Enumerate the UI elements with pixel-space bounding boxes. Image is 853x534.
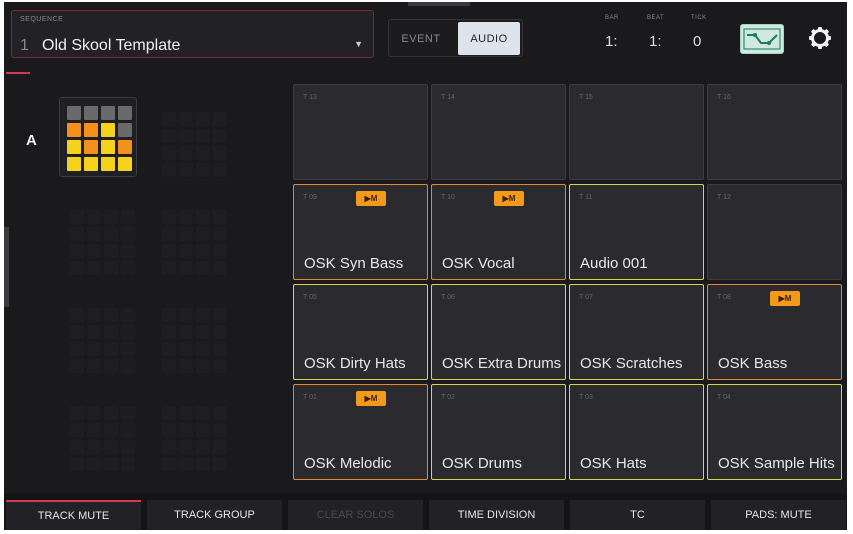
bank-c-grid[interactable] — [70, 210, 135, 275]
track-pad[interactable]: T 14 — [431, 84, 566, 180]
track-pad[interactable]: T 06 OSK Extra Drums — [431, 284, 566, 380]
sequence-underline — [6, 72, 30, 74]
beat-value[interactable]: 1: — [649, 33, 662, 50]
pad-track-name: OSK Scratches — [580, 355, 683, 372]
pad-track-id: T 12 — [717, 194, 731, 201]
pad-track-id: T 11 — [579, 194, 593, 201]
bank-cell — [67, 106, 81, 120]
track-group-button[interactable]: TRACK GROUP — [147, 500, 282, 530]
pad-track-id: T 05 — [303, 294, 317, 301]
loop-icon[interactable] — [740, 24, 784, 54]
sequence-label: SEQUENCE — [20, 16, 64, 23]
bar-value[interactable]: 1: — [605, 33, 618, 50]
left-scroll-handle[interactable] — [4, 227, 9, 307]
bank-cell — [101, 123, 115, 137]
track-pad[interactable]: T 09 ▶M OSK Syn Bass — [293, 184, 428, 280]
midi-badge-icon: ▶M — [494, 191, 524, 206]
pad-track-name: OSK Melodic — [304, 455, 392, 472]
bank-cell — [84, 140, 98, 154]
bank-cell — [67, 157, 81, 171]
pad-track-id: T 13 — [303, 94, 317, 101]
bank-cell — [101, 140, 115, 154]
track-pad[interactable]: T 01 ▶M OSK Melodic — [293, 384, 428, 480]
bank-f-grid[interactable] — [162, 308, 227, 373]
pad-track-name: OSK Bass — [718, 355, 788, 372]
beat-label: BEAT — [647, 15, 665, 21]
bank-a-grid — [67, 106, 132, 171]
midi-badge-icon: ▶M — [770, 291, 800, 306]
clear-solos-button[interactable]: CLEAR SOLOS — [288, 500, 423, 530]
pad-track-id: T 01 — [303, 394, 317, 401]
track-pad[interactable]: T 04 OSK Sample Hits — [707, 384, 842, 480]
midi-badge-icon: ▶M — [356, 391, 386, 406]
track-pad[interactable]: T 13 — [293, 84, 428, 180]
tick-value[interactable]: 0 — [693, 33, 701, 50]
pad-track-name: OSK Syn Bass — [304, 255, 404, 272]
track-pad[interactable]: T 03 OSK Hats — [569, 384, 704, 480]
pad-track-name: OSK Drums — [442, 455, 523, 472]
bank-cell — [84, 106, 98, 120]
track-pad[interactable]: T 10 ▶M OSK Vocal — [431, 184, 566, 280]
pad-track-id: T 02 — [441, 394, 455, 401]
pad-track-id: T 06 — [441, 294, 455, 301]
pad-track-id: T 10 — [441, 194, 455, 201]
bank-cell — [84, 157, 98, 171]
tick-label: TICK — [691, 15, 707, 21]
track-pad[interactable]: T 02 OSK Drums — [431, 384, 566, 480]
chevron-down-icon[interactable]: ▼ — [354, 39, 363, 49]
mpc-screen: SEQUENCE 1 Old Skool Template ▼ EVENT AU… — [4, 2, 847, 530]
track-pad[interactable]: T 12 — [707, 184, 842, 280]
bank-cell — [101, 157, 115, 171]
bank-cell — [67, 123, 81, 137]
pad-track-name: OSK Vocal — [442, 255, 515, 272]
bank-h-grid[interactable] — [162, 406, 227, 471]
bank-label: A — [26, 132, 37, 149]
pad-track-id: T 14 — [441, 94, 455, 101]
pad-track-name: OSK Extra Drums — [442, 355, 561, 372]
pads-mute-button[interactable]: PADS: MUTE — [711, 500, 846, 530]
track-pad[interactable]: T 08 ▶M OSK Bass — [707, 284, 842, 380]
pad-track-name: Audio 001 — [580, 255, 648, 272]
track-mute-button[interactable]: TRACK MUTE — [6, 500, 141, 530]
bank-cell — [84, 123, 98, 137]
pad-track-name: OSK Hats — [580, 455, 647, 472]
sequence-name: Old Skool Template — [42, 37, 181, 54]
bank-g-grid[interactable] — [70, 406, 135, 471]
bank-e-grid[interactable] — [70, 308, 135, 373]
pad-track-id: T 08 — [717, 294, 731, 301]
bank-b-grid[interactable] — [162, 112, 227, 177]
pad-track-name: OSK Dirty Hats — [304, 355, 406, 372]
pad-track-id: T 09 — [303, 194, 317, 201]
bank-cell — [101, 106, 115, 120]
sequence-number: 1 — [20, 37, 29, 54]
pad-track-id: T 16 — [717, 94, 731, 101]
pad-track-id: T 07 — [579, 294, 593, 301]
gear-icon[interactable] — [808, 26, 832, 50]
time-division-button[interactable]: TIME DIVISION — [429, 500, 564, 530]
bar-label: BAR — [605, 15, 619, 21]
bank-cell — [118, 106, 132, 120]
pad-track-id: T 04 — [717, 394, 731, 401]
track-pad[interactable]: T 15 — [569, 84, 704, 180]
bank-cell — [118, 157, 132, 171]
track-pad[interactable]: T 16 — [707, 84, 842, 180]
track-pad[interactable]: T 07 OSK Scratches — [569, 284, 704, 380]
pad-track-name: OSK Sample Hits — [718, 455, 835, 472]
event-mode-button[interactable]: EVENT — [390, 22, 452, 55]
pad-track-id: T 03 — [579, 394, 593, 401]
bank-cell — [118, 123, 132, 137]
track-pad[interactable]: T 05 OSK Dirty Hats — [293, 284, 428, 380]
bank-cell — [118, 140, 132, 154]
sequence-selector[interactable]: SEQUENCE 1 Old Skool Template ▼ — [11, 10, 374, 58]
tc-button[interactable]: TC — [570, 500, 705, 530]
midi-badge-icon: ▶M — [356, 191, 386, 206]
bank-cell — [67, 140, 81, 154]
bank-a-selector[interactable] — [59, 97, 137, 177]
track-pad[interactable]: T 11 Audio 001 — [569, 184, 704, 280]
top-handle — [408, 2, 470, 6]
bank-d-grid[interactable] — [162, 210, 227, 275]
pad-track-id: T 15 — [579, 94, 593, 101]
audio-mode-button[interactable]: AUDIO — [458, 22, 520, 55]
